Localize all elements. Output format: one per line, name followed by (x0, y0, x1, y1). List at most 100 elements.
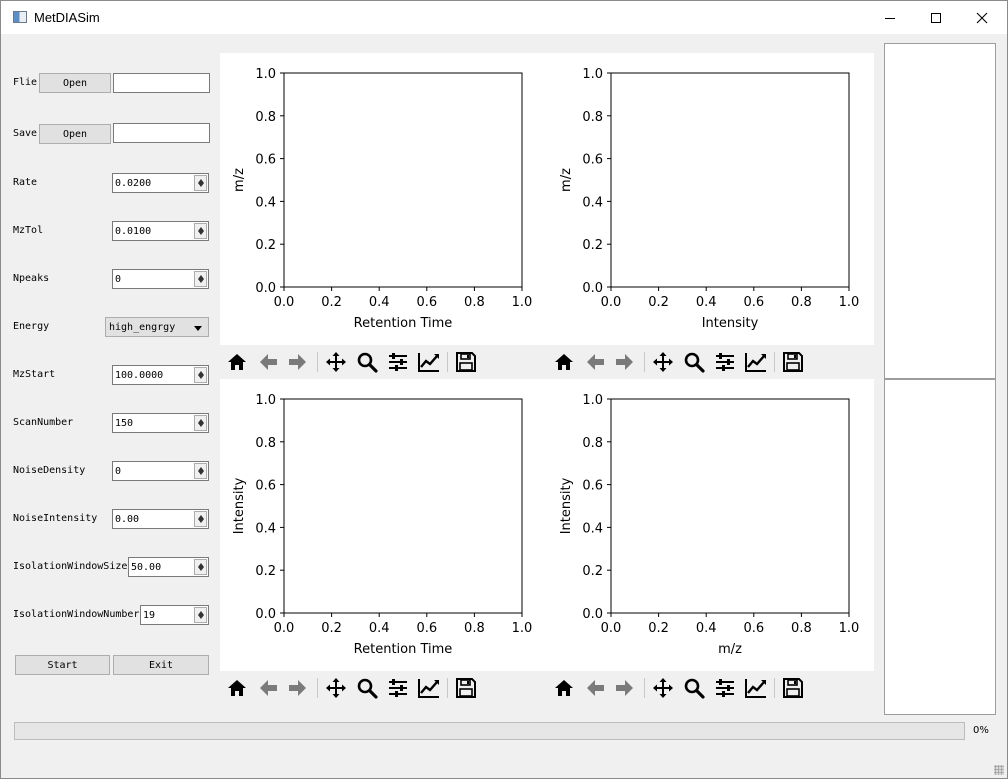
noiseintensity-value: 0.00 (115, 514, 140, 525)
right-lower-panel[interactable] (884, 379, 996, 715)
forward-arrow-button[interactable] (612, 350, 638, 374)
isolationwindowsize-stepper[interactable] (194, 559, 207, 575)
home-button[interactable] (224, 350, 250, 374)
rate-spinbox[interactable]: 0.0200 (112, 173, 209, 193)
y-tick-label: 0.6 (255, 153, 276, 168)
zoom-button[interactable] (354, 350, 380, 374)
scannumber-stepper[interactable] (194, 415, 207, 431)
right-upper-panel[interactable] (884, 43, 996, 379)
save-path-input[interactable] (113, 123, 210, 143)
start-button[interactable]: Start (15, 655, 110, 675)
noiseintensity-label: NoiseIntensity (13, 513, 98, 524)
home-button[interactable] (224, 676, 250, 700)
x-tick-label: 1.0 (839, 621, 860, 636)
rate-value: 0.0200 (115, 178, 152, 189)
edit-curve-icon (418, 679, 439, 698)
mztol-value: 0.0100 (115, 226, 152, 237)
zoom-icon (357, 678, 378, 699)
save-label: Save (13, 128, 38, 139)
x-tick-label: 0.2 (648, 621, 669, 636)
zoom-button[interactable] (354, 676, 380, 700)
chevron-down-icon (198, 231, 204, 235)
x-tick-label: 0.6 (416, 295, 437, 310)
forward-arrow-button[interactable] (285, 676, 311, 700)
resize-grip-icon[interactable] (994, 765, 1004, 775)
pan-icon (326, 678, 346, 698)
rate-stepper[interactable] (194, 175, 207, 191)
pan-button[interactable] (650, 350, 676, 374)
npeaks-spinbox[interactable]: 0 (112, 269, 209, 289)
chevron-down-icon (198, 615, 204, 619)
y-tick-label: 0.4 (582, 521, 603, 536)
zoom-button[interactable] (681, 350, 707, 374)
close-button[interactable] (959, 1, 1005, 34)
top-plot-canvas[interactable]: 0.0 0.0 0.2 0.2 0.4 0.4 0.6 0.6 0.8 0.8 1.0 1.0 Rete… (220, 53, 874, 345)
title-bar[interactable]: MetDIASim (1, 1, 1007, 34)
back-arrow-button[interactable] (255, 350, 281, 374)
x-tick-label: 1.0 (512, 621, 533, 636)
x-tick-label: 0.0 (601, 621, 622, 636)
exit-button[interactable]: Exit (113, 655, 209, 675)
home-button[interactable] (551, 350, 577, 374)
subplots-config-button[interactable] (385, 676, 411, 700)
npeaks-stepper[interactable] (194, 271, 207, 287)
chevron-down-icon (198, 519, 204, 523)
edit-curve-button[interactable] (416, 350, 442, 374)
file-path-input[interactable] (113, 73, 210, 93)
home-button[interactable] (551, 676, 577, 700)
edit-curve-button[interactable] (743, 350, 769, 374)
isolationwindownumber-stepper[interactable] (194, 607, 207, 623)
maximize-button[interactable] (913, 1, 959, 34)
top-axes-svg: 0.00.00.20.20.40.40.60.60.80.81.01.0Rete… (232, 67, 859, 331)
pan-button[interactable] (650, 676, 676, 700)
file-open-button[interactable]: Open (39, 73, 111, 93)
edit-curve-button[interactable] (416, 676, 442, 700)
back-arrow-button[interactable] (255, 676, 281, 700)
back-arrow-button[interactable] (582, 350, 608, 374)
x-tick-label: 0.2 (648, 295, 669, 310)
file-label: Flie (13, 77, 38, 88)
forward-arrow-button[interactable] (612, 676, 638, 700)
x-axis-label: Retention Time (354, 642, 453, 657)
energy-select[interactable]: high_engrgy (105, 317, 209, 337)
save-button[interactable] (453, 350, 479, 374)
noisedensity-spinbox[interactable]: 0 (112, 461, 209, 481)
noisedensity-label: NoiseDensity (13, 465, 86, 476)
subplots-config-button[interactable] (712, 350, 738, 374)
edit-curve-button[interactable] (743, 676, 769, 700)
noisedensity-stepper[interactable] (194, 463, 207, 479)
isolationwindowsize-spinbox[interactable]: 50.00 (128, 557, 209, 577)
y-tick-label: 1.0 (255, 67, 276, 82)
save-open-button[interactable]: Open (39, 124, 111, 144)
toolbar-separator (317, 352, 318, 372)
save-button[interactable] (780, 350, 806, 374)
bottom-plot-canvas[interactable]: 0.0 0.0 0.2 0.2 0.4 0.4 0.6 0.6 0.8 0.8 1.0 1.0 Rete… (220, 379, 874, 671)
toolbar-separator (644, 352, 645, 372)
isolationwindownumber-label: IsolationWindowNumber (13, 609, 140, 620)
save-button[interactable] (453, 676, 479, 700)
zoom-button[interactable] (681, 676, 707, 700)
y-tick-label: 0.2 (255, 238, 276, 253)
back-arrow-button[interactable] (582, 676, 608, 700)
x-tick-label: 0.8 (464, 295, 485, 310)
minimize-button[interactable] (867, 1, 913, 34)
subplots-config-button[interactable] (712, 676, 738, 700)
save-icon (456, 352, 476, 372)
axes-frame (283, 72, 523, 288)
mzstart-spinbox[interactable]: 100.0000 (112, 365, 209, 385)
axes-frame (610, 398, 850, 614)
scannumber-spinbox[interactable]: 150 (112, 413, 209, 433)
pan-button[interactable] (323, 676, 349, 700)
isolationwindownumber-spinbox[interactable]: 19 (140, 605, 209, 625)
mztol-stepper[interactable] (194, 223, 207, 239)
mzstart-stepper[interactable] (194, 367, 207, 383)
noiseintensity-spinbox[interactable]: 0.00 (112, 509, 209, 529)
x-tick-label: 0.0 (274, 621, 295, 636)
subplots-config-button[interactable] (385, 350, 411, 374)
noiseintensity-stepper[interactable] (194, 511, 207, 527)
forward-arrow-button[interactable] (285, 350, 311, 374)
save-button[interactable] (780, 676, 806, 700)
home-icon (555, 680, 573, 696)
mztol-spinbox[interactable]: 0.0100 (112, 221, 209, 241)
pan-button[interactable] (323, 350, 349, 374)
